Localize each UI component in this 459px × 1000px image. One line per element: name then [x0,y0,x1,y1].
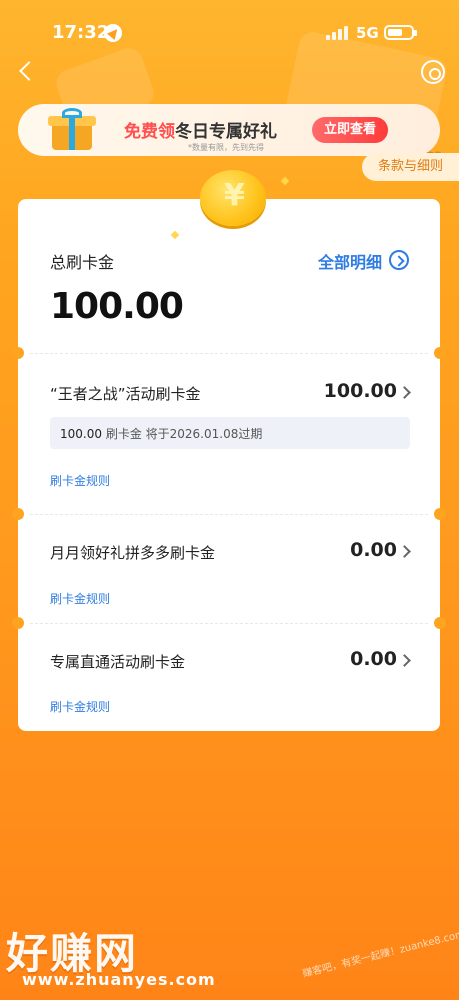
sparkle-icon [280,176,290,186]
location-arrow-icon [104,24,122,42]
arrow-right-circle-icon[interactable] [389,250,409,270]
card-notch [12,347,24,359]
card-notch [434,347,446,359]
terms-and-conditions-link[interactable]: 条款与细则 [362,153,459,181]
total-card-credit-label: 总刷卡金 [50,253,115,272]
expiry-text: 100.00 刷卡金 将于2026.01.08过期 [60,425,262,442]
credit-item-name[interactable]: 专属直通活动刷卡金 [50,651,185,672]
banner-title: 免费领冬日专属好礼 [124,117,277,142]
customer-service-icon[interactable] [421,60,445,84]
back-icon[interactable] [16,60,38,82]
coin-symbol: ¥ [224,178,245,213]
card-notch [12,508,24,520]
divider [30,623,428,624]
divider [30,353,428,354]
card-credit-rules-link[interactable]: 刷卡金规则 [50,472,110,489]
expiry-description: 刷卡金 将于2026.01.08过期 [105,427,263,441]
banner-subtitle: *数量有限，先到先得 [188,143,264,152]
card-notch [12,617,24,629]
view-now-button[interactable]: 立即查看 [312,117,388,143]
status-time: 17:32 [52,22,110,43]
credit-item-value[interactable]: 0.00 [350,648,397,670]
banner-title-highlight: 免费领 [124,122,175,142]
all-details-link[interactable]: 全部明细 [318,249,382,273]
credit-item-value[interactable]: 0.00 [350,539,397,561]
credit-item-value[interactable]: 100.00 [324,380,397,402]
total-amount: 100.00 [50,286,184,327]
banner-title-text: 冬日专属好礼 [175,122,277,142]
gold-coin-icon: ¥ [190,168,276,228]
credit-item-name[interactable]: 月月领好礼拼多多刷卡金 [50,542,215,563]
divider [30,514,428,515]
card-notch [434,617,446,629]
network-label: 5G [356,24,379,42]
battery-icon [384,25,417,40]
card-credit-rules-link[interactable]: 刷卡金规则 [50,590,110,607]
watermark-url: www.zhuanyes.com [22,970,216,989]
card-notch [434,508,446,520]
card-credit-rules-link[interactable]: 刷卡金规则 [50,698,110,715]
gift-box-icon [48,108,96,152]
credit-item-name[interactable]: “王者之战”活动刷卡金 [50,383,201,404]
watermark-text: 赚客吧，有奖一起赚！zuanke8.com [301,928,459,980]
expiry-amount: 100.00 [60,427,102,441]
